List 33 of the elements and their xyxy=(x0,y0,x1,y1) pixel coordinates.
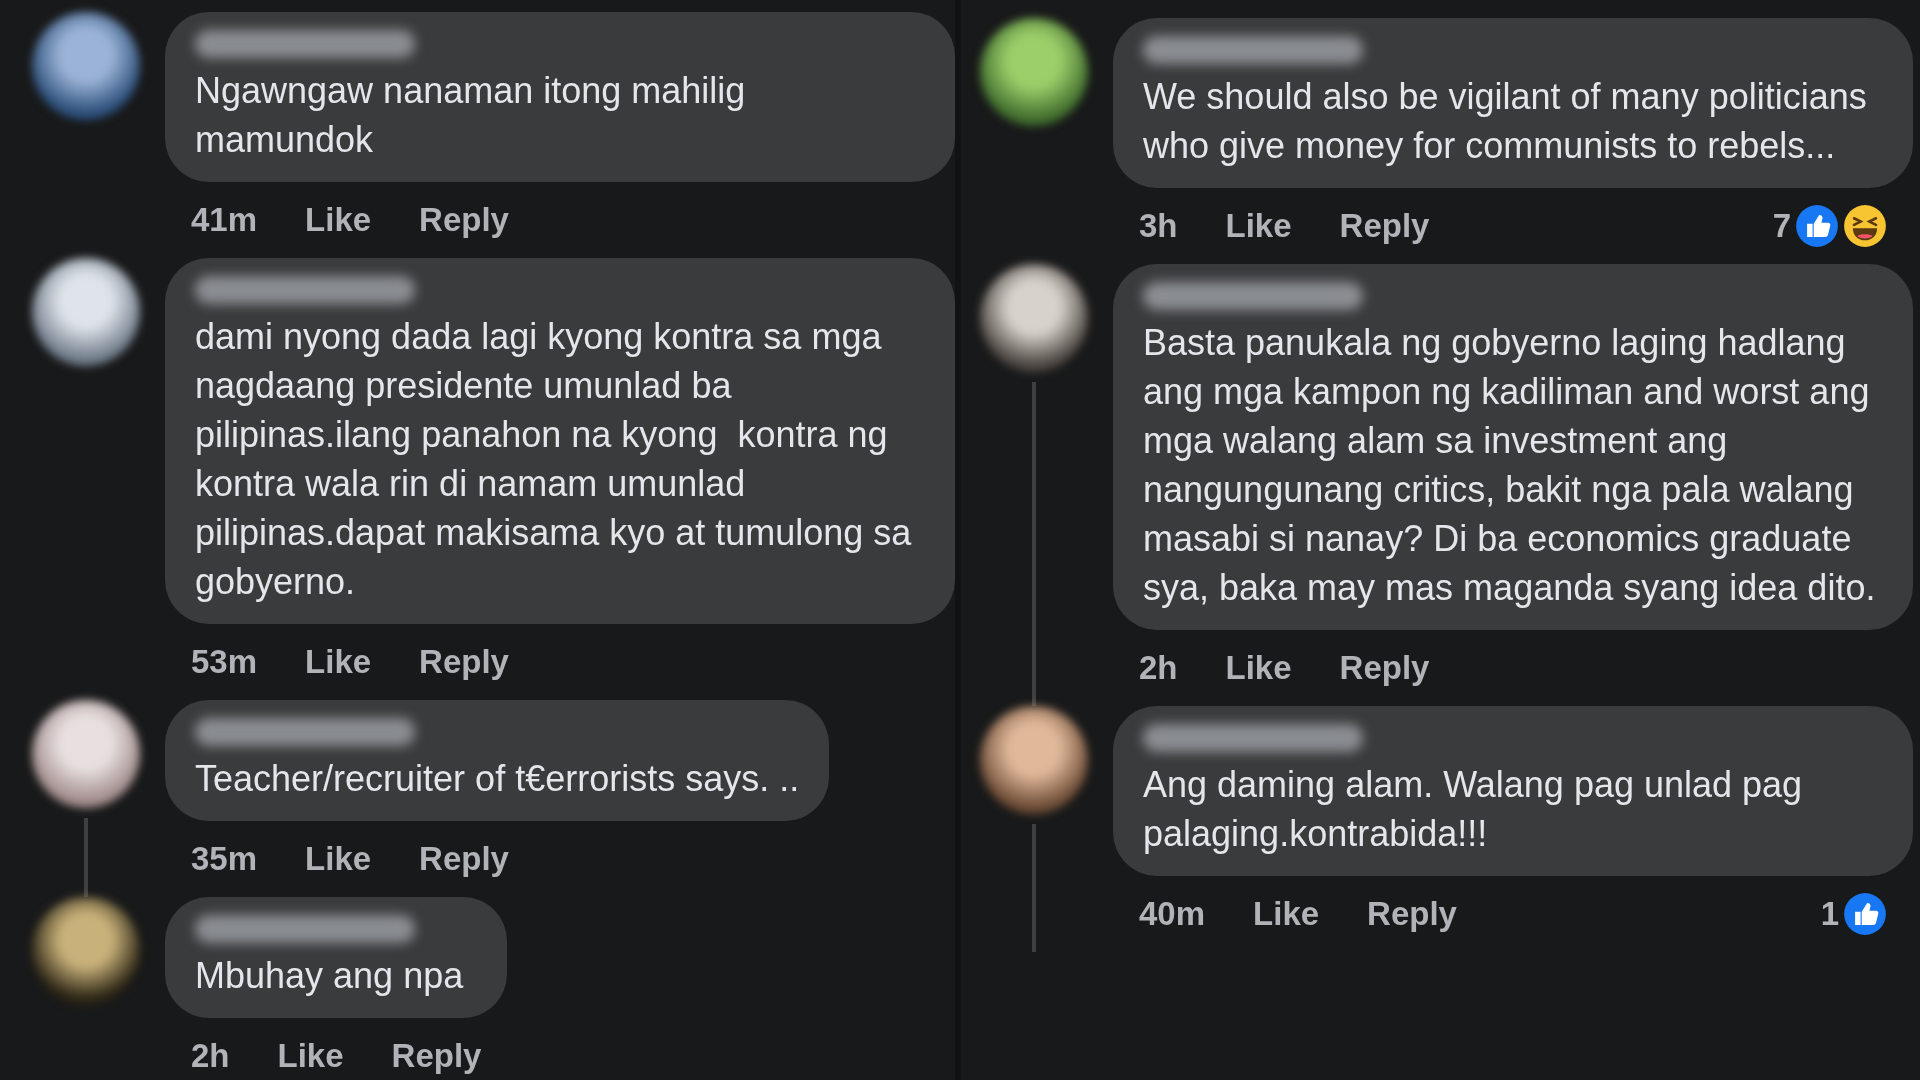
thumbs-up-icon xyxy=(1843,892,1887,936)
reaction-count[interactable]: 7 xyxy=(1772,201,1791,251)
reply-link[interactable]: Reply xyxy=(419,637,509,687)
like-link[interactable]: Like xyxy=(305,637,372,687)
like-link[interactable]: Like xyxy=(1253,889,1320,939)
reply-link[interactable]: Reply xyxy=(1339,643,1430,693)
comment-text: Teacher/recruiter of t€errorists says. .. xyxy=(195,757,800,801)
comment-time[interactable]: 2h xyxy=(191,1031,230,1080)
reply-link[interactable]: Reply xyxy=(419,195,509,245)
reply-link[interactable]: Reply xyxy=(419,834,509,884)
comment-time[interactable]: 3h xyxy=(1139,201,1178,251)
like-link[interactable]: Like xyxy=(277,1031,344,1080)
comment-text: Basta panukala ng gobyerno laging hadlang ang mga kampon ng kadiliman and worst ang mga walang alam sa investment ang nangungunang critics, bakit nga pala walang masabi si nanay? Di ba economics graduate sya, baka may mas maganda syang idea dito. xyxy=(1143,321,1877,610)
comment-text: Mbuhay ang npa xyxy=(195,954,465,998)
comment-time[interactable]: 40m xyxy=(1139,889,1206,939)
like-link[interactable]: Like xyxy=(305,195,372,245)
reply-link[interactable]: Reply xyxy=(1339,201,1430,251)
comment-time[interactable]: 35m xyxy=(191,834,258,884)
laughing-face-icon xyxy=(1843,204,1887,248)
reply-link[interactable]: Reply xyxy=(391,1031,482,1080)
reaction-count[interactable]: 1 xyxy=(1820,889,1839,939)
comment-time[interactable]: 2h xyxy=(1139,643,1178,693)
comment-text: dami nyong dada lagi kyong kontra sa mga nagdaang presidente umunlad ba pilipinas.ilang panahon na kyong kontra ng kontra wala rin di namam umunlad pilipinas.dapat makisama kyo at tumulong sa gobyerno. xyxy=(195,315,913,604)
comment-time[interactable]: 41m xyxy=(191,195,258,245)
thumbs-up-icon xyxy=(1795,204,1839,248)
like-link[interactable]: Like xyxy=(1225,201,1292,251)
comment-time[interactable]: 53m xyxy=(191,637,258,687)
like-link[interactable]: Like xyxy=(305,834,372,884)
comment-text: Ang daming alam. Walang pag unlad pag palaging.kontrabida!!! xyxy=(1143,763,1804,856)
comment-text: Ngawngaw nanaman itong mahilig mamundok xyxy=(195,69,747,162)
like-link[interactable]: Like xyxy=(1225,643,1292,693)
reply-link[interactable]: Reply xyxy=(1367,889,1457,939)
comment-text: We should also be vigilant of many politicians who give money for communists to rebels... xyxy=(1143,75,1868,168)
